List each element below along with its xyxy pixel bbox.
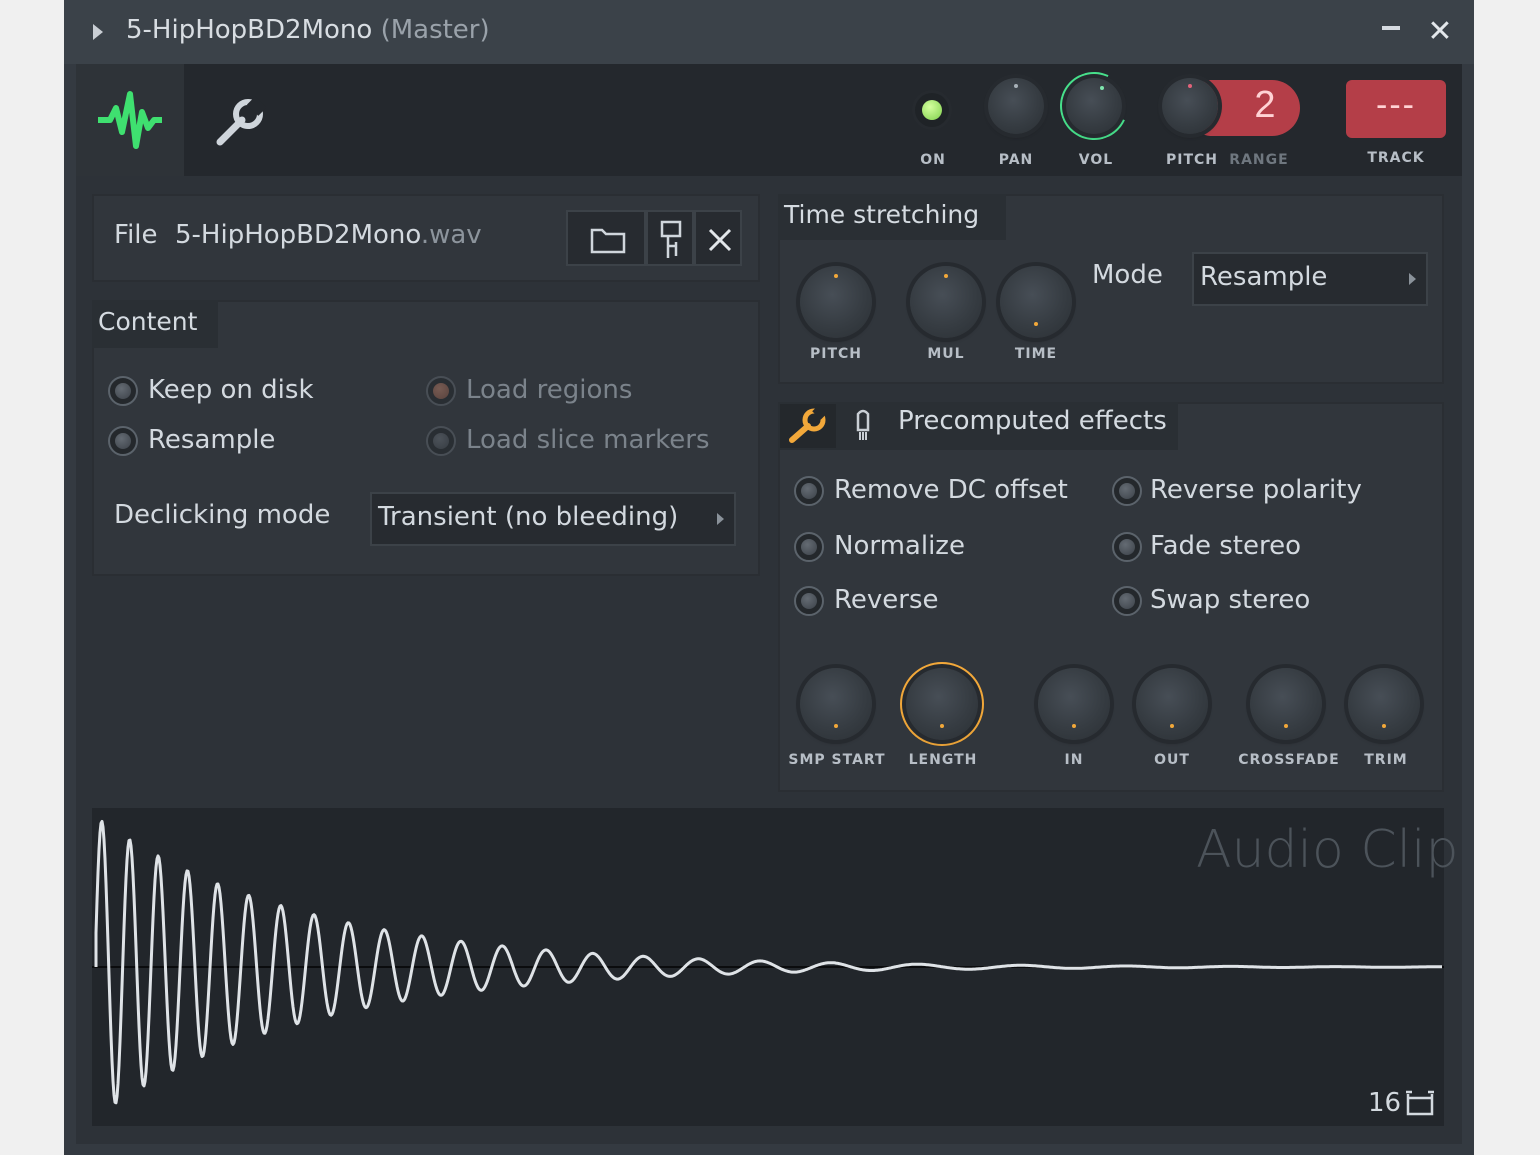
zoom-icon[interactable]: [1404, 1088, 1436, 1118]
wrench-icon: [216, 96, 266, 146]
wrench-icon: [789, 408, 828, 443]
pitch-knob[interactable]: [1162, 78, 1218, 134]
on-label: ON: [920, 152, 946, 168]
file-name-base: 5-HipHopBD2Mono: [175, 220, 421, 250]
dropdown-arrow-icon: [1409, 273, 1416, 285]
load-regions-label: Load regions: [466, 375, 633, 405]
range-value: 2: [1254, 84, 1276, 126]
resample-label: Resample: [148, 425, 276, 455]
load-regions-radio[interactable]: [426, 376, 456, 406]
smp-start-knob[interactable]: [800, 668, 872, 740]
pan-knob[interactable]: [988, 78, 1044, 134]
locate-file-button[interactable]: [646, 210, 694, 266]
ts-mul-label: MUL: [927, 346, 965, 362]
zoom-value: 16: [1368, 1088, 1402, 1118]
mode-value: Resample: [1200, 262, 1328, 292]
length-label: LENGTH: [908, 752, 978, 768]
ts-pitch-label: PITCH: [809, 346, 862, 362]
dropdown-arrow-icon: [717, 513, 724, 525]
normalize-radio[interactable]: [794, 532, 824, 562]
window-title-name: 5-HipHopBD2Mono: [126, 15, 373, 45]
keep-on-disk-radio[interactable]: [108, 376, 138, 406]
close-icon: [708, 228, 732, 252]
time-stretching-title: Time stretching: [778, 194, 1006, 240]
in-label: IN: [1064, 752, 1084, 768]
window-title: 5-HipHopBD2Mono (Master): [126, 15, 490, 45]
minimize-button[interactable]: [1382, 26, 1400, 30]
out-knob[interactable]: [1136, 668, 1208, 740]
remove-dc-offset-label: Remove DC offset: [834, 475, 1068, 505]
declicking-mode-value: Transient (no bleeding): [378, 502, 679, 532]
swap-stereo-radio[interactable]: [1112, 586, 1142, 616]
crossfade-label: CROSSFADE: [1238, 752, 1340, 768]
waveform-watermark: Audio Clip: [1196, 820, 1459, 880]
reverse-radio[interactable]: [794, 586, 824, 616]
trim-label: TRIM: [1364, 752, 1408, 768]
vol-knob[interactable]: [1066, 78, 1122, 134]
ts-time-label: TIME: [1014, 346, 1058, 362]
open-file-button[interactable]: [566, 210, 646, 266]
pan-label: PAN: [998, 152, 1034, 168]
clear-file-button[interactable]: [694, 210, 742, 266]
waveform-icon: [98, 91, 162, 149]
precomputed-title: Precomputed effects: [898, 406, 1167, 436]
vol-label: VOL: [1078, 152, 1114, 168]
track-label: TRACK: [1367, 150, 1425, 166]
fade-stereo-radio[interactable]: [1112, 532, 1142, 562]
ts-mul-knob[interactable]: [910, 266, 982, 338]
normalize-label: Normalize: [834, 531, 965, 561]
file-label: File: [114, 220, 158, 250]
tube-icon: [856, 409, 870, 440]
file-name-ext: .wav: [420, 220, 482, 250]
reverse-polarity-label: Reverse polarity: [1150, 475, 1362, 505]
declicking-mode-dropdown[interactable]: Transient (no bleeding): [370, 492, 736, 546]
mode-dropdown[interactable]: Resample: [1192, 252, 1428, 306]
swap-stereo-label: Swap stereo: [1150, 585, 1311, 615]
track-value: ---: [1376, 86, 1416, 124]
smp-start-label: SMP START: [788, 752, 886, 768]
expand-arrow-icon[interactable]: [93, 24, 103, 40]
length-knob[interactable]: [906, 668, 978, 740]
crossfade-knob[interactable]: [1250, 668, 1322, 740]
locate-icon: [660, 220, 682, 258]
fade-stereo-label: Fade stereo: [1150, 531, 1302, 561]
out-label: OUT: [1154, 752, 1190, 768]
file-name: 5-HipHopBD2Mono.wav: [175, 220, 482, 250]
keep-on-disk-label: Keep on disk: [148, 375, 314, 405]
folder-icon: [590, 228, 626, 254]
ts-pitch-knob[interactable]: [800, 266, 872, 338]
trim-knob[interactable]: [1348, 668, 1420, 740]
in-knob[interactable]: [1038, 668, 1110, 740]
pitch-label: PITCH: [1165, 152, 1218, 168]
window-title-suffix: (Master): [380, 15, 490, 45]
mode-label: Mode: [1092, 260, 1163, 290]
remove-dc-offset-radio[interactable]: [794, 476, 824, 506]
declicking-mode-label: Declicking mode: [114, 500, 331, 530]
content-title: Content: [92, 300, 218, 348]
resample-radio[interactable]: [108, 426, 138, 456]
reverse-polarity-radio[interactable]: [1112, 476, 1142, 506]
load-slice-markers-radio[interactable]: [426, 426, 456, 456]
on-led[interactable]: [915, 93, 949, 127]
load-slice-markers-label: Load slice markers: [466, 425, 710, 455]
range-label: RANGE: [1229, 152, 1289, 168]
ts-time-knob[interactable]: [1000, 266, 1072, 338]
reverse-label: Reverse: [834, 585, 939, 615]
close-button[interactable]: ✕: [1424, 14, 1456, 50]
